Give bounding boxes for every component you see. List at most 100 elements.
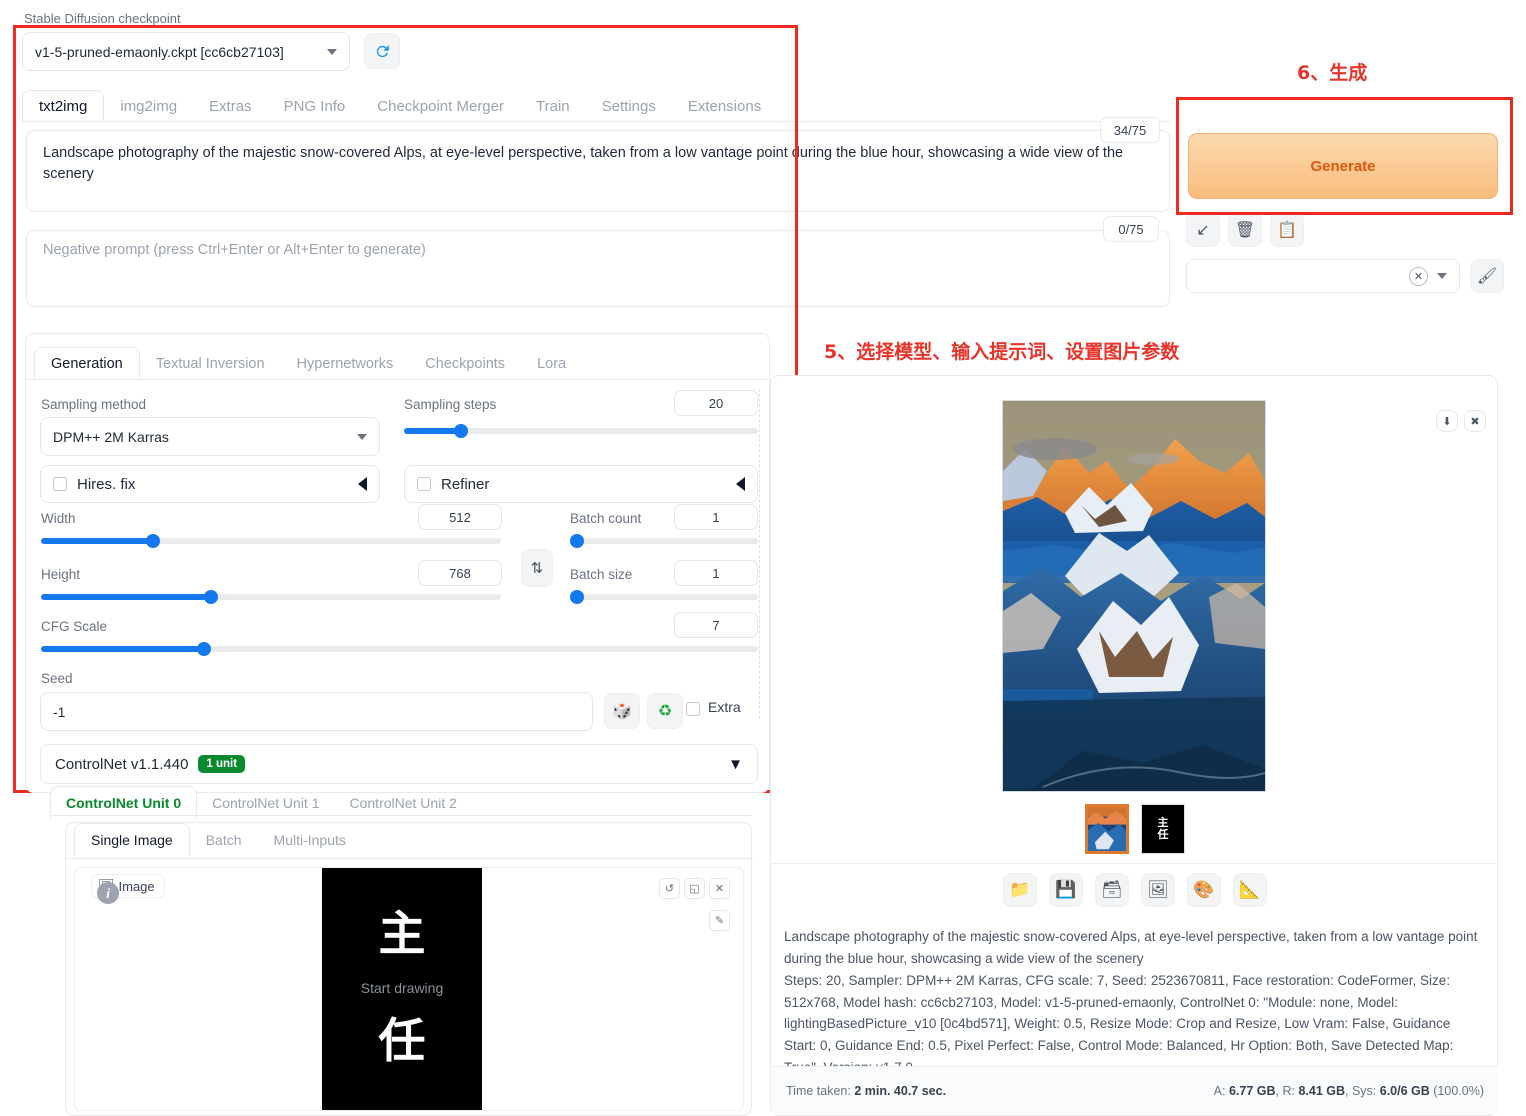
save-icon[interactable]: 💾 — [1049, 873, 1083, 907]
tab-textual-inversion[interactable]: Textual Inversion — [140, 348, 281, 380]
seed-input[interactable]: -1 — [40, 692, 593, 731]
checkpoint-value: v1-5-pruned-emaonly.ckpt [cc6cb27103] — [35, 43, 284, 60]
memory-r-label: R: — [1282, 1083, 1295, 1098]
sampling-steps-slider[interactable] — [404, 422, 758, 440]
tab-png-info[interactable]: PNG Info — [268, 91, 362, 122]
generation-tab-bar[interactable]: Generation Textual Inversion Hypernetworks… — [26, 334, 582, 380]
tab-checkpoints[interactable]: Checkpoints — [409, 348, 521, 380]
hires-fix-checkbox[interactable] — [53, 477, 67, 491]
expand-arrow-icon[interactable] — [358, 477, 367, 491]
cfg-scale-value[interactable]: 7 — [674, 612, 758, 638]
interrupt-arrow-icon[interactable]: ↙ — [1186, 213, 1220, 247]
batch-count-label: Batch count — [570, 511, 642, 526]
tab-settings[interactable]: Settings — [586, 91, 672, 122]
cfg-scale-slider[interactable] — [41, 640, 758, 658]
generation-parameters-panel: Generation Textual Inversion Hypernetworks… — [25, 333, 771, 793]
tab-extras[interactable]: Extras — [193, 91, 268, 122]
main-tab-bar[interactable]: txt2img img2img Extras PNG Info Checkpoint M… — [22, 88, 1122, 122]
sampling-method-select[interactable]: DPM++ 2M Karras — [40, 417, 380, 456]
refresh-icon[interactable] — [364, 33, 400, 69]
memory-usage: A: 6.77 GB, R: 8.41 GB, Sys: 6.0/6 GB (1… — [1213, 1083, 1484, 1098]
clipboard-icon[interactable]: 📋 — [1270, 213, 1304, 247]
checkpoint-select[interactable]: v1-5-pruned-emaonly.ckpt [cc6cb27103] — [22, 32, 350, 71]
slider-knob[interactable] — [146, 534, 160, 548]
thumbnail-landscape[interactable] — [1085, 804, 1129, 854]
tab-multi-inputs[interactable]: Multi-Inputs — [258, 824, 362, 856]
generate-tool-row[interactable]: ↙ 🗑 📋 — [1186, 213, 1304, 247]
clear-styles-icon[interactable]: ✕ — [1409, 266, 1428, 286]
controlnet-title: ControlNet v1.1.440 — [55, 755, 189, 773]
width-value[interactable]: 512 — [418, 504, 502, 530]
tab-hypernetworks[interactable]: Hypernetworks — [281, 348, 410, 380]
chevron-down-icon — [327, 48, 337, 55]
negative-prompt-input[interactable]: Negative prompt (press Ctrl+Enter or Alt… — [26, 230, 1170, 307]
thumbnail-divider — [771, 863, 1499, 864]
tab-txt2img[interactable]: txt2img — [22, 90, 105, 122]
send-to-extras-icon[interactable]: 📐 — [1233, 873, 1267, 907]
send-to-img2img-icon[interactable]: 🖼 — [1141, 873, 1175, 907]
slider-track — [570, 594, 758, 600]
height-value[interactable]: 768 — [418, 560, 502, 586]
controlnet-unit-panel: Single ImageBatchMulti-Inputs 🖼 Image i … — [65, 822, 753, 1116]
batch-count-slider[interactable] — [570, 532, 758, 550]
memory-percent: (100.0%) — [1433, 1083, 1484, 1098]
slider-knob[interactable] — [570, 590, 584, 604]
tab-single-image[interactable]: Single Image — [74, 823, 190, 856]
slider-knob[interactable] — [197, 642, 211, 656]
generated-image[interactable] — [1002, 400, 1266, 792]
batch-size-slider[interactable] — [570, 588, 758, 606]
download-icon[interactable]: ⬇ — [1436, 410, 1458, 432]
refiner-checkbox[interactable] — [417, 477, 431, 491]
dice-icon[interactable]: 🎲 — [604, 693, 640, 729]
generate-button[interactable]: Generate — [1188, 133, 1498, 199]
refiner-accordion[interactable]: Refiner — [404, 465, 758, 503]
height-slider[interactable] — [41, 588, 501, 606]
edit-styles-icon[interactable]: 🖌 — [1470, 259, 1504, 293]
prompt-input[interactable]: Landscape photography of the majestic sn… — [26, 130, 1170, 212]
result-action-bar[interactable]: 📁 💾 🗃 🖼 🎨 📐 — [771, 873, 1499, 907]
info-icon[interactable]: i — [97, 882, 119, 904]
tab-generation[interactable]: Generation — [34, 347, 140, 380]
send-to-inpaint-icon[interactable]: 🎨 — [1187, 873, 1221, 907]
seed-label: Seed — [41, 671, 73, 686]
slider-knob[interactable] — [204, 590, 218, 604]
chevron-down-icon[interactable]: ▼ — [728, 756, 743, 773]
tab-lora[interactable]: Lora — [521, 348, 582, 380]
result-panel: ⬇ ✖ 主任 📁 💾 🗃 🖼 🎨 📐 Landscape photography of th… — [770, 375, 1499, 1116]
batch-count-value[interactable]: 1 — [674, 504, 758, 530]
batch-size-value[interactable]: 1 — [674, 560, 758, 586]
save-zip-icon[interactable]: 🗃 — [1095, 873, 1129, 907]
controlnet-image-dropzone[interactable]: 🖼 Image i 主 任 Start drawing ↺ ◱ ✕ ✎ — [74, 867, 744, 1111]
tab-checkpoint-merger[interactable]: Checkpoint Merger — [361, 91, 520, 122]
open-folder-icon[interactable]: 📁 — [1003, 873, 1037, 907]
result-thumbnail-strip[interactable]: 主任 — [771, 804, 1499, 854]
sampling-steps-value[interactable]: 20 — [674, 390, 758, 416]
recycle-icon[interactable]: ♻ — [647, 693, 683, 729]
controlnet-accordion-header[interactable]: ControlNet v1.1.440 1 unit ▼ — [40, 744, 758, 784]
tab-train[interactable]: Train — [520, 91, 586, 122]
eraser-icon[interactable]: ◱ — [684, 878, 705, 899]
width-slider[interactable] — [41, 532, 501, 550]
slider-knob[interactable] — [454, 424, 468, 438]
swap-dimensions-button[interactable]: ⇅ — [521, 549, 553, 587]
tab-batch[interactable]: Batch — [190, 824, 258, 856]
clear-icon[interactable]: ✕ — [709, 878, 730, 899]
hires-fix-label: Hires. fix — [77, 475, 136, 493]
slider-knob[interactable] — [570, 534, 584, 548]
hires-fix-accordion[interactable]: Hires. fix — [40, 465, 380, 503]
styles-dropdown[interactable]: ✕ — [1186, 259, 1460, 293]
expand-arrow-icon[interactable] — [736, 477, 745, 491]
trash-icon[interactable]: 🗑 — [1228, 213, 1262, 247]
undo-icon[interactable]: ↺ — [659, 878, 680, 899]
tab-img2img[interactable]: img2img — [104, 91, 193, 122]
tab-extensions[interactable]: Extensions — [672, 91, 777, 122]
controlnet-image-char-2: 任 — [378, 1014, 426, 1069]
thumbnail-controlnet-map[interactable]: 主任 — [1141, 804, 1185, 854]
extra-seed-checkbox[interactable] — [686, 702, 700, 716]
controlnet-source-tab-bar[interactable]: Single Image Batch Multi-Inputs — [74, 823, 362, 856]
pen-icon[interactable]: ✎ — [709, 910, 730, 931]
slider-fill — [41, 646, 204, 652]
panel-separator — [759, 389, 760, 719]
image-toolbar[interactable]: ⬇ ✖ — [1436, 410, 1486, 432]
fullscreen-icon[interactable]: ✖ — [1464, 410, 1486, 432]
